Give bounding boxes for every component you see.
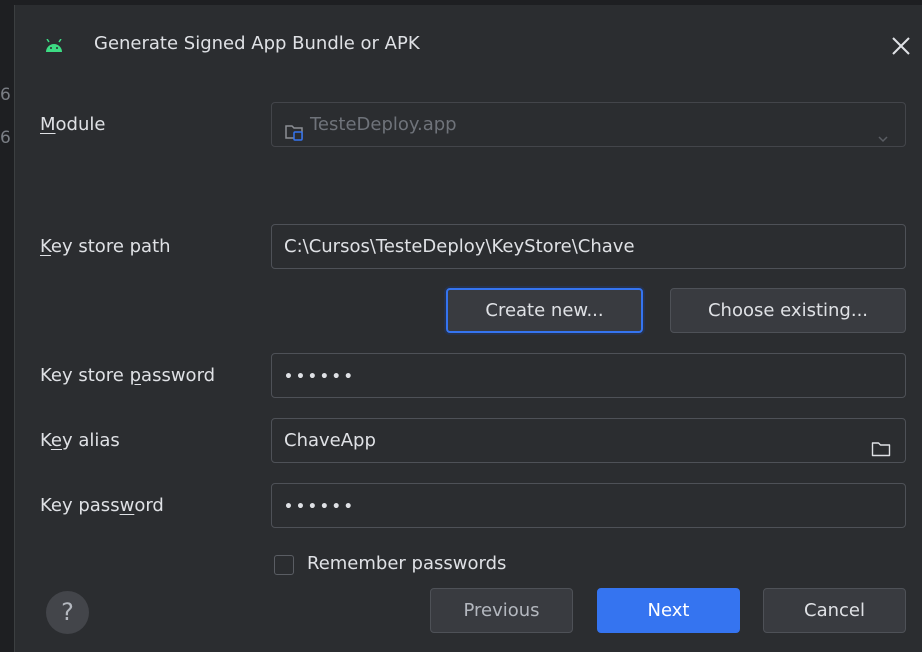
key-store-password-input[interactable]: •••••• (271, 353, 906, 398)
generate-signed-bundle-dialog: Generate Signed App Bundle or APK Module… (14, 5, 922, 652)
key-password-label: Key password (40, 495, 164, 516)
key-store-password-value: •••••• (284, 369, 356, 385)
module-folder-icon (284, 115, 304, 158)
close-icon[interactable] (889, 34, 913, 58)
help-button[interactable]: ? (46, 591, 89, 634)
folder-icon[interactable] (871, 431, 891, 474)
key-store-path-value: C:\Cursos\TesteDeploy\KeyStore\Chave (284, 236, 635, 257)
android-icon (45, 38, 63, 52)
module-select[interactable]: TesteDeploy.app (271, 102, 906, 147)
key-store-path-input[interactable]: C:\Cursos\TesteDeploy\KeyStore\Chave (271, 224, 906, 269)
cancel-button[interactable]: Cancel (763, 588, 906, 633)
previous-button[interactable]: Previous (430, 588, 573, 633)
background-text-fragment: 6 (0, 85, 11, 105)
chevron-down-icon (877, 118, 889, 161)
dialog-title: Generate Signed App Bundle or APK (94, 33, 420, 54)
dialog-titlebar: Generate Signed App Bundle or APK (15, 5, 922, 85)
key-alias-label: Key alias (40, 430, 120, 451)
remember-passwords-label: Remember passwords (307, 553, 507, 574)
key-alias-input[interactable]: ChaveApp (271, 418, 906, 463)
create-new-button[interactable]: Create new... (446, 288, 643, 333)
background-text-fragment: 6 (0, 128, 11, 148)
choose-existing-button[interactable]: Choose existing... (670, 288, 906, 333)
module-label: Module (40, 114, 106, 135)
key-alias-value: ChaveApp (284, 430, 376, 451)
module-value: TesteDeploy.app (310, 114, 457, 135)
key-password-input[interactable]: •••••• (271, 483, 906, 528)
next-button[interactable]: Next (597, 588, 740, 633)
key-store-password-label: Key store password (40, 365, 216, 386)
key-store-path-label: Key store path (40, 236, 171, 257)
remember-passwords-checkbox[interactable] (274, 555, 294, 575)
key-password-value: •••••• (284, 499, 356, 515)
